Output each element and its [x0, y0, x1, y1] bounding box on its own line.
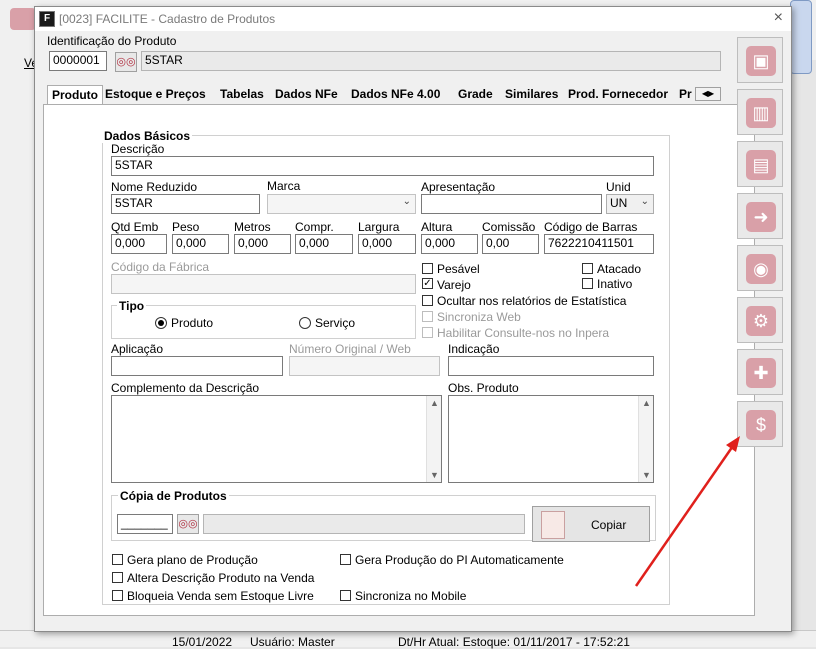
- annotation-arrow: [634, 436, 740, 587]
